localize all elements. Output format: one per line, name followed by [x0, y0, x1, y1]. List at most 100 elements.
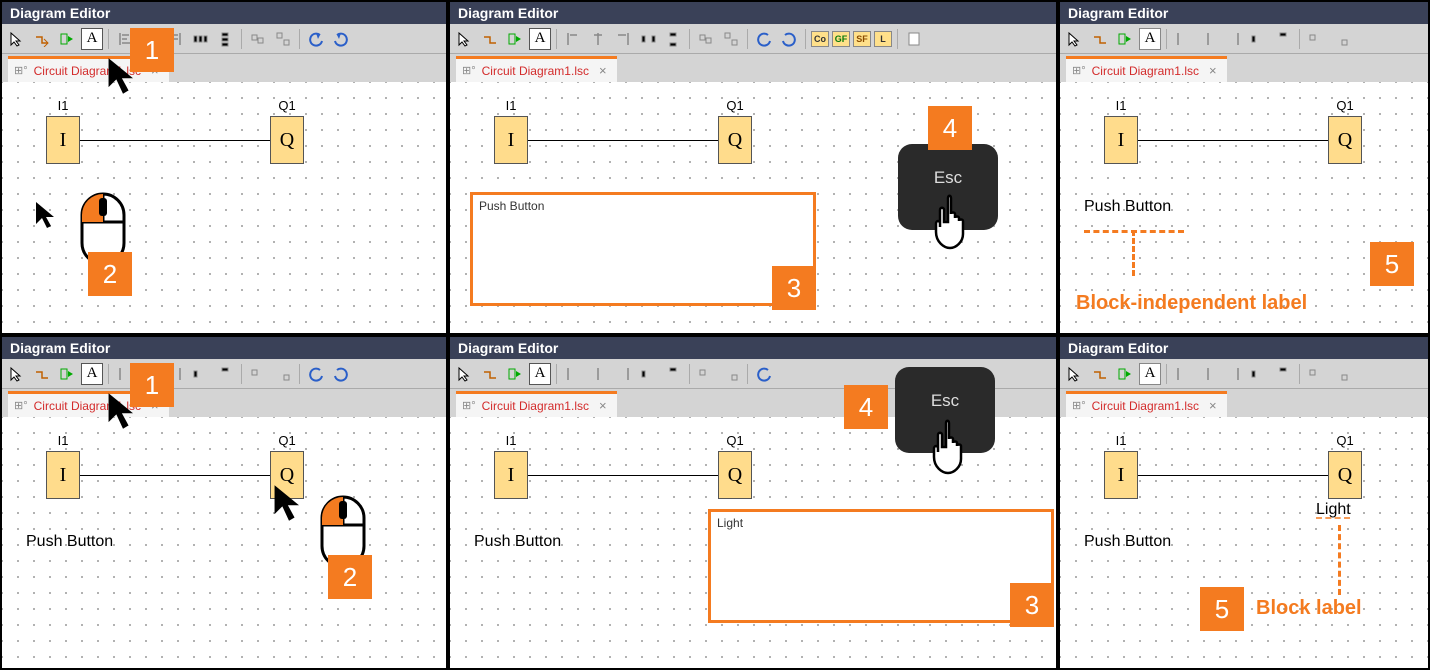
block-q[interactable]: Q	[718, 451, 752, 499]
canvas[interactable]: I1 I Q1 Q	[2, 82, 446, 335]
group-icon[interactable]	[247, 28, 269, 50]
text-tool[interactable]: A	[81, 363, 103, 385]
text-tool[interactable]: A	[1139, 28, 1161, 50]
document-tab[interactable]: ⊞° Circuit Diagram1.lsc ×	[1066, 391, 1227, 417]
align-icon[interactable]	[612, 363, 634, 385]
group-icon[interactable]	[1305, 363, 1327, 385]
selection-tool[interactable]	[454, 28, 476, 50]
dist-h-icon[interactable]	[189, 28, 211, 50]
sf-box[interactable]: SF	[853, 31, 871, 47]
align-icon[interactable]	[562, 363, 584, 385]
block-q[interactable]: Q	[270, 116, 304, 164]
redo-icon[interactable]	[778, 28, 800, 50]
close-icon[interactable]: ×	[599, 63, 607, 78]
connect-tool[interactable]	[31, 28, 53, 50]
group-icon[interactable]	[695, 363, 717, 385]
redo-icon[interactable]	[330, 363, 352, 385]
text-tool[interactable]: A	[1139, 363, 1161, 385]
connect-tool[interactable]	[1089, 28, 1111, 50]
undo-icon[interactable]	[753, 363, 775, 385]
group-icon[interactable]	[695, 28, 717, 50]
text-tool[interactable]: A	[529, 28, 551, 50]
play-tool[interactable]	[1114, 363, 1136, 385]
align-icon[interactable]	[1197, 28, 1219, 50]
dist-icon[interactable]	[189, 363, 211, 385]
ungroup-icon[interactable]	[272, 28, 294, 50]
block-q[interactable]: Q	[1328, 116, 1362, 164]
selection-tool[interactable]	[454, 363, 476, 385]
canvas[interactable]: I1 I Q1 Q Push Button	[2, 417, 446, 670]
block-q[interactable]: Q	[1328, 451, 1362, 499]
block-i[interactable]: I	[1104, 451, 1138, 499]
l-box[interactable]: L	[874, 31, 892, 47]
block-i[interactable]: I	[46, 451, 80, 499]
group-icon[interactable]	[247, 363, 269, 385]
block-i[interactable]: I	[46, 116, 80, 164]
text-tool[interactable]: A	[529, 363, 551, 385]
dist-v-icon[interactable]	[214, 28, 236, 50]
align-icon[interactable]	[587, 28, 609, 50]
text-tool[interactable]: A	[81, 28, 103, 50]
selection-tool[interactable]	[1064, 363, 1086, 385]
play-tool[interactable]	[1114, 28, 1136, 50]
text-input-box[interactable]: Light	[708, 509, 1054, 623]
dist-icon[interactable]	[662, 28, 684, 50]
dist-icon[interactable]	[1247, 363, 1269, 385]
align-icon[interactable]	[1222, 363, 1244, 385]
ungroup-icon[interactable]	[720, 363, 742, 385]
connect-tool[interactable]	[479, 28, 501, 50]
close-icon[interactable]: ×	[599, 398, 607, 413]
document-tab[interactable]: ⊞° Circuit Diagram1.lsc ×	[1066, 56, 1227, 82]
block-i[interactable]: I	[494, 116, 528, 164]
dist-icon[interactable]	[1272, 363, 1294, 385]
undo-icon[interactable]	[305, 28, 327, 50]
co-box[interactable]: Co	[811, 31, 829, 47]
document-tab[interactable]: ⊞° Circuit Diagram1.lsc ×	[456, 56, 617, 82]
play-tool[interactable]	[56, 28, 78, 50]
redo-icon[interactable]	[330, 28, 352, 50]
align-icon[interactable]	[587, 363, 609, 385]
play-tool[interactable]	[56, 363, 78, 385]
play-tool[interactable]	[504, 28, 526, 50]
label-push-button[interactable]: Push Button	[1084, 198, 1171, 216]
dist-icon[interactable]	[1272, 28, 1294, 50]
align-icon[interactable]	[1222, 28, 1244, 50]
label-push-button[interactable]: Push Button	[1084, 533, 1171, 551]
text-input-box[interactable]: Push Button	[470, 192, 816, 306]
ungroup-icon[interactable]	[1330, 363, 1352, 385]
ungroup-icon[interactable]	[720, 28, 742, 50]
block-q[interactable]: Q	[718, 116, 752, 164]
block-i[interactable]: I	[494, 451, 528, 499]
align-icon[interactable]	[612, 28, 634, 50]
align-icon[interactable]	[1197, 363, 1219, 385]
ungroup-icon[interactable]	[1330, 28, 1352, 50]
connect-tool[interactable]	[31, 363, 53, 385]
connect-tool[interactable]	[1089, 363, 1111, 385]
ungroup-icon[interactable]	[272, 363, 294, 385]
dist-icon[interactable]	[214, 363, 236, 385]
selection-tool[interactable]	[1064, 28, 1086, 50]
dist-icon[interactable]	[637, 363, 659, 385]
dist-icon[interactable]	[662, 363, 684, 385]
label-push-button[interactable]: Push Button	[474, 533, 561, 551]
selection-tool[interactable]	[6, 28, 28, 50]
label-push-button[interactable]: Push Button	[26, 533, 113, 551]
undo-icon[interactable]	[753, 28, 775, 50]
align-icon[interactable]	[562, 28, 584, 50]
label-light[interactable]: Light	[1316, 501, 1351, 519]
gf-box[interactable]: GF	[832, 31, 850, 47]
connect-tool[interactable]	[479, 363, 501, 385]
align-icon[interactable]	[1172, 363, 1194, 385]
undo-icon[interactable]	[305, 363, 327, 385]
group-icon[interactable]	[1305, 28, 1327, 50]
align-icon[interactable]	[1172, 28, 1194, 50]
canvas[interactable]: I1 I Q1 Q Push Button Light	[1060, 417, 1428, 670]
close-icon[interactable]: ×	[1209, 63, 1217, 78]
block-i[interactable]: I	[1104, 116, 1138, 164]
play-tool[interactable]	[504, 363, 526, 385]
close-icon[interactable]: ×	[1209, 398, 1217, 413]
document-tab[interactable]: ⊞° Circuit Diagram1.lsc ×	[456, 391, 617, 417]
selection-tool[interactable]	[6, 363, 28, 385]
dist-icon[interactable]	[1247, 28, 1269, 50]
new-icon[interactable]	[903, 28, 925, 50]
